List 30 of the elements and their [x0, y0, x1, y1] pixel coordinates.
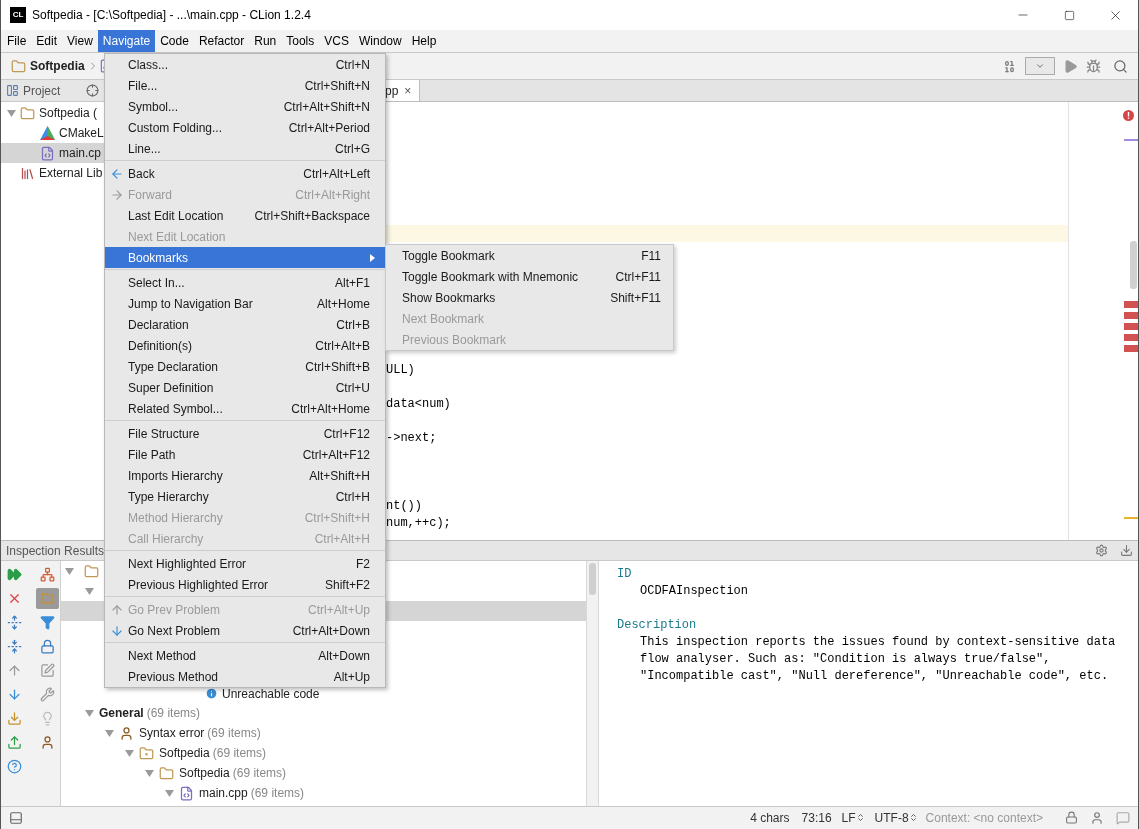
code-line: nt()) — [386, 497, 422, 515]
item-count: (69 items) — [146, 705, 201, 722]
item-count: (69 items) — [212, 745, 267, 762]
code-line: num,++c); — [386, 514, 451, 532]
section-heading: Description — [617, 617, 697, 634]
tree-label: Syntax error — [139, 725, 205, 742]
tree-label: main.cp — [59, 145, 102, 162]
window-title: Softpedia - [C:\Softpedia] - ...\main.cpp - CLion 1.2.4 — [32, 7, 311, 24]
description-text: This inspection reports the issues found by context-sensitive data flow analyser. Such as: "Condition is always true/false", "Incompatible cast", "Null dereference", "Unreachable code", etc. — [640, 634, 1117, 685]
code-line: data<num) — [386, 395, 451, 413]
tree-label: CMakeL — [59, 125, 104, 142]
section-heading: ID — [617, 566, 632, 583]
code-line: ->next; — [386, 429, 437, 447]
app-logo: CL — [10, 7, 26, 23]
item-count: (69 items) — [232, 765, 287, 782]
tree-label: Softpedia — [179, 765, 230, 782]
tree-label: Unreachable code — [222, 685, 320, 703]
tree-label: General — [99, 705, 144, 722]
code-line: ULL) — [386, 361, 415, 379]
panel-title: Project — [23, 82, 61, 100]
tree-label: External Lib — [39, 165, 103, 182]
tree-label: Softpedia — [159, 745, 210, 762]
selection-info: 4 chars — [750, 809, 790, 827]
item-count: (69 items) — [207, 725, 261, 742]
panel-title: Inspection Results — [6, 542, 105, 560]
inspection-id: OCDFAInspection — [639, 583, 749, 600]
tree-label: Softpedia ( — [39, 105, 98, 122]
context-info: Context: <no context> — [925, 809, 1043, 827]
item-count: (69 items) — [250, 785, 305, 802]
tree-label: main.cpp — [199, 785, 248, 802]
